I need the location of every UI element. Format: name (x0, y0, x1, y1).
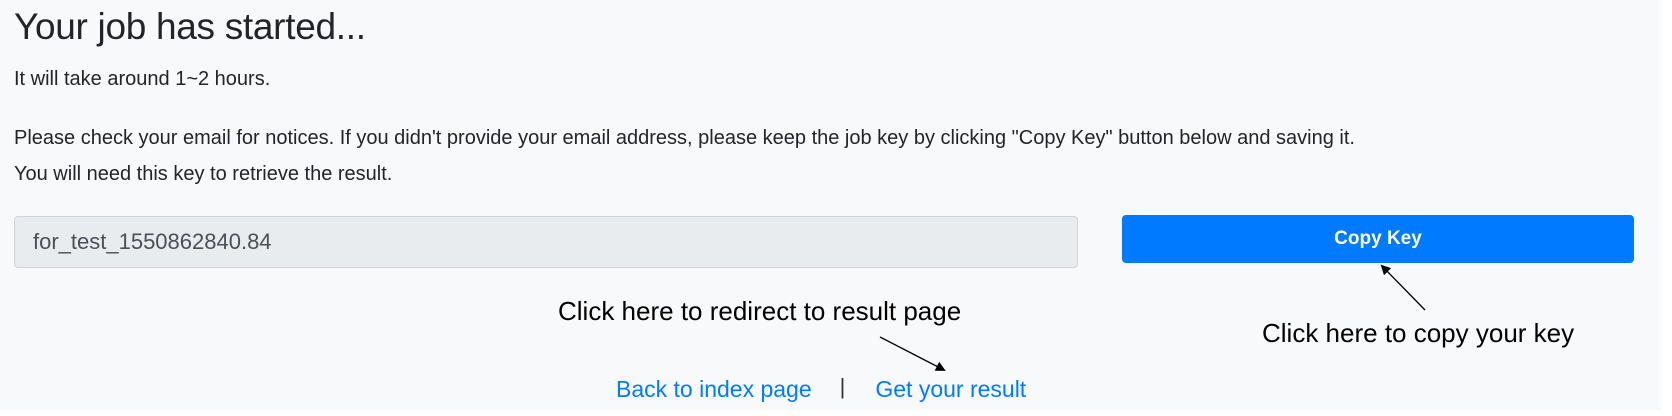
get-result-link[interactable]: Get your result (875, 376, 1026, 403)
back-to-index-link[interactable]: Back to index page (616, 376, 812, 403)
job-started-panel: Your job has started... It will take aro… (0, 0, 1662, 410)
copy-arrow-icon (1380, 264, 1426, 311)
redirect-arrow-icon (879, 336, 946, 371)
annotation-arrows (879, 264, 1426, 371)
footer-links: Back to index page | Get your result (616, 373, 1026, 403)
link-separator: | (839, 373, 846, 399)
